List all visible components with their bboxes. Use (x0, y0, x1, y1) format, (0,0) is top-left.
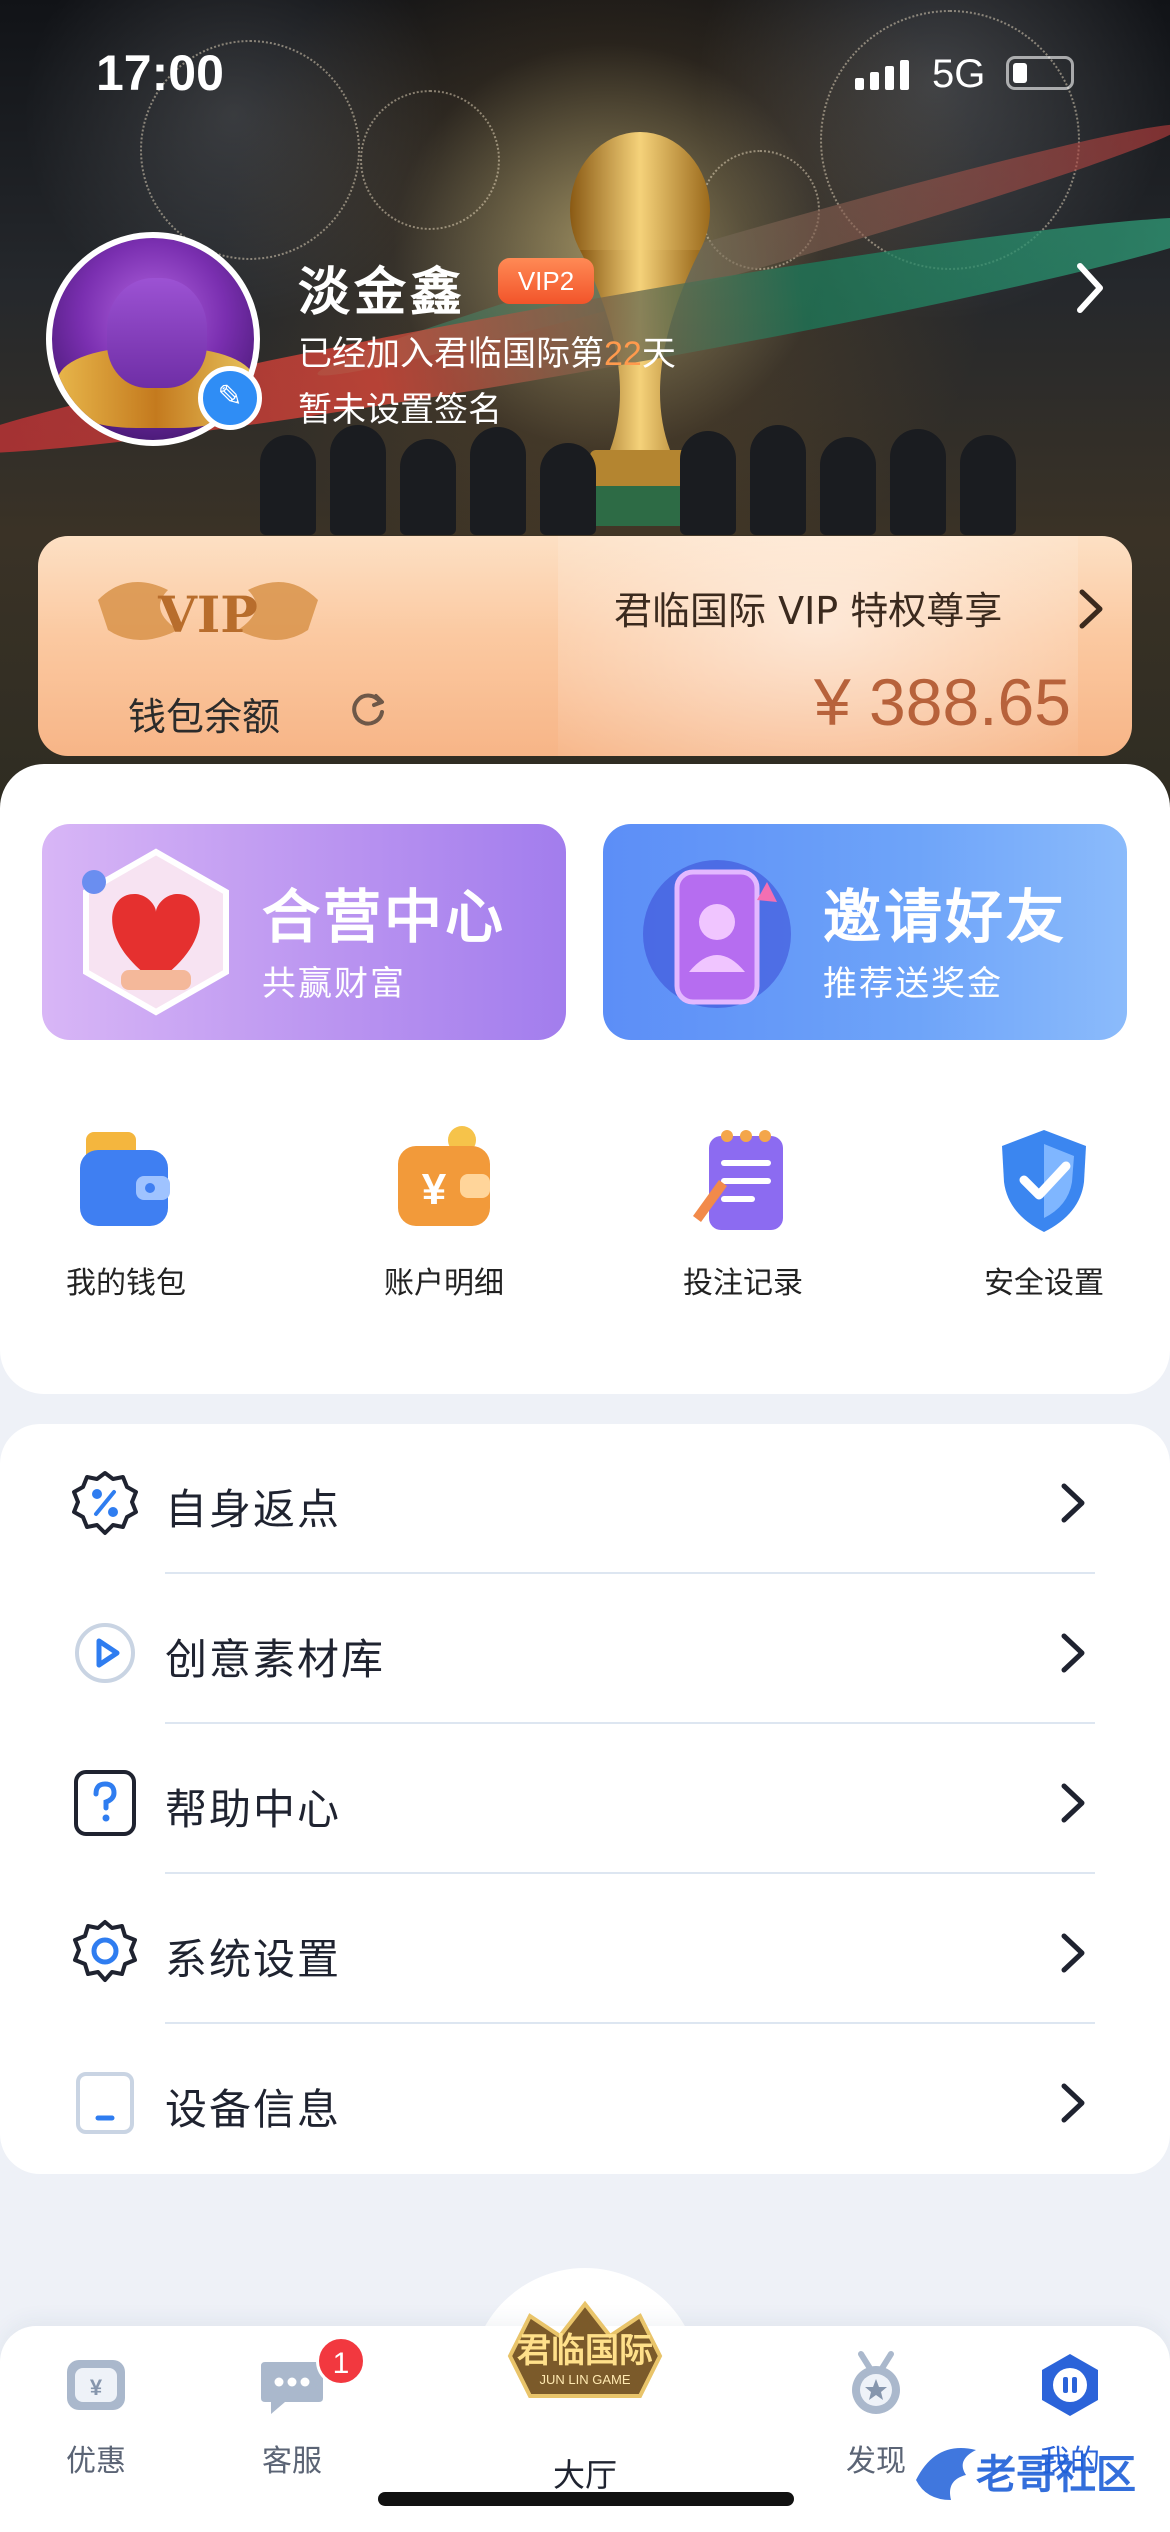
username: 淡金鑫 (298, 263, 467, 323)
partner-center-card[interactable]: 合营中心 共赢财富 (42, 824, 566, 1040)
watermark-text: 老哥社区 (976, 2452, 1136, 2498)
svg-text:¥: ¥ (90, 2375, 103, 2400)
menu-item-creative-library[interactable]: 创意素材库 (0, 1574, 1170, 1724)
wallet-balance-value: ¥ 388.65 (814, 665, 1071, 739)
wallet-icon (80, 1132, 170, 1226)
invite-friends-subtitle: 推荐送奖金 (823, 964, 1003, 1004)
players-silhouette (260, 415, 1040, 535)
discover-medal-icon (852, 2351, 900, 2414)
hall-logo-text: 君临国际 (517, 2331, 653, 2371)
join-days-text: 已经加入君临国际第22天 (298, 326, 676, 375)
watermark-logo: 老哥社区 (916, 2448, 1136, 2500)
wallet-balance-label: 钱包余额 (128, 695, 281, 739)
svg-text:¥: ¥ (422, 1165, 447, 1214)
vip-chevron-right-icon[interactable] (1076, 586, 1106, 632)
tab-label: 优惠 (66, 2444, 126, 2479)
heart-gift-icon (82, 848, 229, 1016)
tab-hall-label[interactable]: 大厅 (535, 2450, 635, 2496)
menu-item-label: 创意素材库 (165, 1635, 386, 1684)
rebate-percent-icon (72, 1471, 138, 1535)
account-detail-icon: ¥ (398, 1126, 490, 1226)
quick-action-wallet[interactable]: 我的钱包 (16, 1120, 236, 1302)
signature-text: 暂未设置签名 (298, 390, 502, 430)
help-icon (74, 1770, 136, 1836)
menu-list: 自身返点 创意素材库 帮助中心 系统设置 设备信息 (0, 1424, 1170, 2174)
tab-label: 客服 (262, 2444, 322, 2479)
hall-logo-subtext: JUN LIN GAME (539, 2372, 630, 2387)
me-icon (1042, 2354, 1098, 2416)
tab-promotions[interactable]: ¥ 优惠 (26, 2350, 166, 2480)
security-shield-icon (1002, 1130, 1086, 1232)
quick-action-label: 投注记录 (683, 1266, 803, 1301)
home-indicator (378, 2492, 794, 2506)
chevron-right-icon (1061, 1783, 1085, 1823)
chevron-right-icon (1061, 1483, 1085, 1523)
quick-action-bet-record[interactable]: 投注记录 (633, 1120, 853, 1302)
status-bar: 17:00 5G (0, 0, 1170, 140)
join-suffix: 天 (641, 334, 676, 374)
partner-center-title: 合营中心 (262, 883, 507, 951)
partner-center-subtitle: 共赢财富 (262, 964, 406, 1004)
menu-item-label: 自身返点 (165, 1485, 342, 1534)
menu-item-label: 帮助中心 (165, 1785, 342, 1834)
vip-level-badge: VIP2 (498, 258, 594, 304)
invite-friends-title: 邀请好友 (823, 883, 1068, 951)
menu-item-label: 设备信息 (165, 2085, 342, 2134)
vip-card[interactable]: VIP 君临国际 VIP 特权尊享 钱包余额 ¥ 388.65 (38, 536, 1132, 756)
chevron-right-icon (1061, 2083, 1085, 2123)
menu-item-device-info[interactable]: 设备信息 (0, 2024, 1170, 2174)
quick-action-label: 我的钱包 (66, 1266, 186, 1301)
hall-logo-icon[interactable]: 君临国际 JUN LIN GAME (490, 2296, 680, 2416)
menu-item-label: 系统设置 (165, 1935, 342, 1984)
chevron-right-icon (1061, 1933, 1085, 1973)
menu-item-rebate[interactable]: 自身返点 (0, 1424, 1170, 1574)
profile-chevron-right-icon[interactable] (1070, 258, 1110, 318)
quick-action-security[interactable]: 安全设置 (934, 1120, 1154, 1302)
chevron-right-icon (1061, 1633, 1085, 1673)
quick-action-account-detail[interactable]: ¥ 账户明细 (334, 1120, 554, 1302)
join-days-count: 22 (604, 335, 642, 373)
quick-action-label: 安全设置 (984, 1266, 1104, 1301)
invite-friends-card[interactable]: 邀请好友 推荐送奖金 (603, 824, 1127, 1040)
menu-item-system-settings[interactable]: 系统设置 (0, 1874, 1170, 2024)
quick-action-label: 账户明细 (384, 1266, 504, 1301)
device-icon (76, 2072, 134, 2134)
play-icon (75, 1623, 135, 1683)
settings-gear-icon (73, 1920, 137, 1982)
unread-badge: 1 (316, 2336, 366, 2386)
coupon-icon: ¥ (67, 2360, 125, 2410)
features-panel: 合营中心 共赢财富 邀请好友 推荐送奖金 我的钱包 ¥ 账户明细 投注记录 安全… (0, 764, 1170, 1394)
network-type: 5G (932, 52, 986, 96)
vip-wings-logo: VIP (98, 582, 318, 644)
signal-icon (855, 60, 909, 90)
menu-item-help-center[interactable]: 帮助中心 (0, 1724, 1170, 1874)
status-time: 17:00 (96, 45, 224, 101)
refresh-icon[interactable] (348, 688, 388, 728)
vip-privilege-link[interactable]: 君临国际 VIP 特权尊享 (614, 580, 1002, 635)
phone-invite-icon (643, 860, 791, 1008)
vip-logo-text: VIP (157, 585, 258, 644)
edit-avatar-icon[interactable]: ✎ (198, 366, 262, 430)
bet-record-icon (693, 1130, 783, 1230)
battery-icon (1006, 56, 1074, 90)
join-prefix: 已经加入君临国际第 (298, 334, 604, 374)
